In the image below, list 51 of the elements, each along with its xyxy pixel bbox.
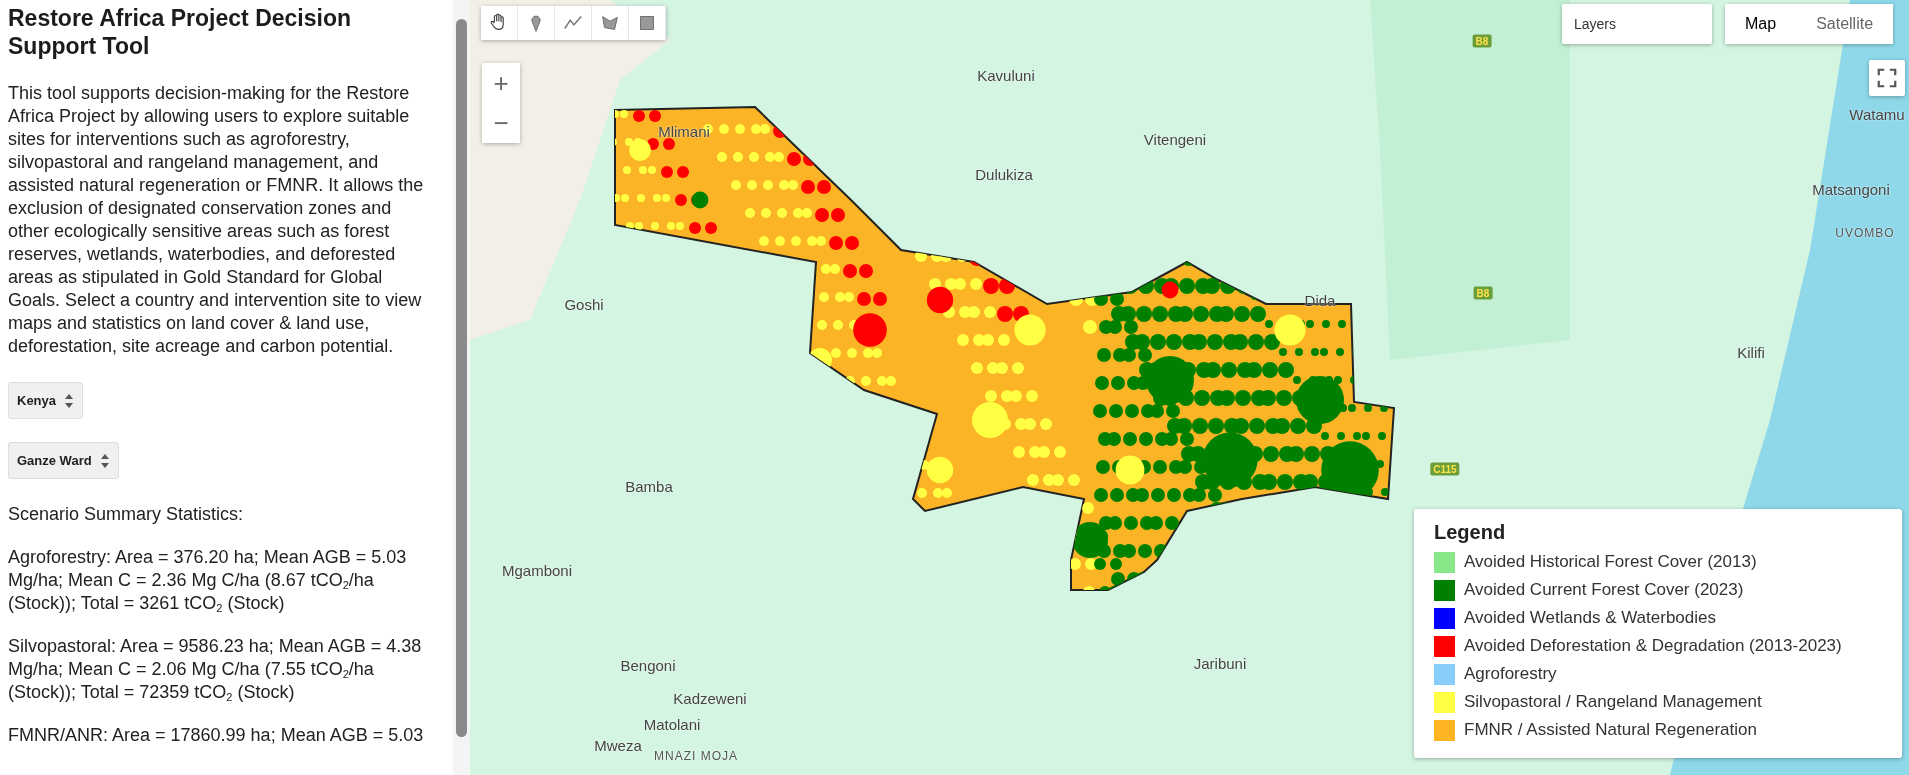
legend-label: FMNR / Assisted Natural Regeneration xyxy=(1464,720,1757,740)
place-label: Mlimani xyxy=(658,122,710,140)
place-label: Bamba xyxy=(625,477,673,495)
stats-text: FMNR/ANR: Area = 17860.99 ha; Mean AGB = 5.03 xyxy=(8,724,425,747)
place-label: Kadzeweni xyxy=(673,689,747,707)
road-number-label: C115 xyxy=(1430,462,1460,476)
stats-heading: Scenario Summary Statistics: xyxy=(8,503,245,526)
dropdown-select[interactable]: Ganze Ward xyxy=(8,442,119,479)
legend-title: Legend xyxy=(1434,521,1507,544)
place-label: UVOMBO xyxy=(1835,226,1895,240)
place-label: Kavuluni xyxy=(977,66,1035,84)
place-label: Jaribuni xyxy=(1193,654,1247,672)
place-label: Matolani xyxy=(643,715,701,733)
up-down-caret-icon xyxy=(99,452,110,469)
dropdown-select[interactable]: Kenya xyxy=(8,382,84,419)
place-label: Kilifi xyxy=(1737,343,1765,361)
legend-label: Avoided Current Forest Cover (2023) xyxy=(1464,580,1744,600)
zoom-button[interactable]: − xyxy=(482,103,520,143)
draw-tool-button[interactable] xyxy=(555,6,592,40)
legend-label: Avoided Historical Forest Cover (2013) xyxy=(1464,552,1757,572)
scrollbar[interactable] xyxy=(453,0,470,775)
app-title: Restore Africa Project Decision Support Tool xyxy=(8,4,352,60)
up-down-caret-icon xyxy=(64,392,75,409)
place-label: Mweza xyxy=(594,736,642,754)
road-number-label: B8 xyxy=(1472,34,1492,48)
legend-label: Agroforestry xyxy=(1464,664,1557,684)
place-label: Watamu xyxy=(1849,105,1905,123)
zoom-button[interactable]: + xyxy=(482,63,520,103)
road-number-label: B8 xyxy=(1473,286,1493,300)
stats-text: Silvopastoral: Area = 9586.23 ha; Mean AGB = 4.38 Mg/ha; Mean C = 2.06 Mg C/ha (7.55 tCO$_{2}$/ha (Stock)); Total = 72359 tCO$_{2}$ (Stock) xyxy=(8,635,423,704)
fullscreen-icon xyxy=(1876,67,1898,89)
map-type-tab[interactable]: Map xyxy=(1725,4,1797,44)
legend-label: Avoided Wetlands & Waterbodies xyxy=(1464,608,1716,628)
map-type-tab[interactable]: Satellite xyxy=(1796,4,1894,44)
place-label: MNAZI MOJA xyxy=(654,749,738,763)
place-label: Bengoni xyxy=(620,656,676,674)
draw-tool-button[interactable] xyxy=(481,6,518,40)
fullscreen-button[interactable] xyxy=(1869,60,1905,96)
draw-tool-button[interactable] xyxy=(592,6,629,40)
layers-field[interactable]: Layers xyxy=(1562,4,1712,44)
place-label: Matsangoni xyxy=(1812,180,1890,198)
place-label: Mgamboni xyxy=(502,561,572,579)
place-label: Vitengeni xyxy=(1143,130,1207,148)
description-text: This tool supports decision-making for the Restore Africa Project by allowing users to explore suitable sites for interventions such as agroforestry, silvopastoral and rangeland management, and assisted natural regeneration or FMNR. It allows the exclusion of designated conservation zones and other ecologically sensitive areas such as forest reserves, wetlands, waterbodies, and deforested areas as stipulated in Gold Standard for Global Goals. Select a country and intervention site to view maps and statistics on land cover & land use, deforestation, site acreage and carbon potential. xyxy=(8,82,425,358)
stats-text: Agroforestry: Area = 376.20 ha; Mean AGB = 5.03 Mg/ha; Mean C = 2.36 Mg C/ha (8.67 tCO$_{2}$/ha (Stock)); Total = 3261 tCO$_{2}$ (Stock) xyxy=(8,546,408,615)
place-label: Dulukiza xyxy=(975,165,1033,183)
draw-tool-button[interactable] xyxy=(629,6,666,40)
legend-label: Silvopastoral / Rangeland Management xyxy=(1464,692,1762,712)
place-label: Goshi xyxy=(564,295,604,313)
draw-tool-button[interactable] xyxy=(518,6,555,40)
legend-label: Avoided Deforestation & Degradation (2013-2023) xyxy=(1464,636,1842,656)
